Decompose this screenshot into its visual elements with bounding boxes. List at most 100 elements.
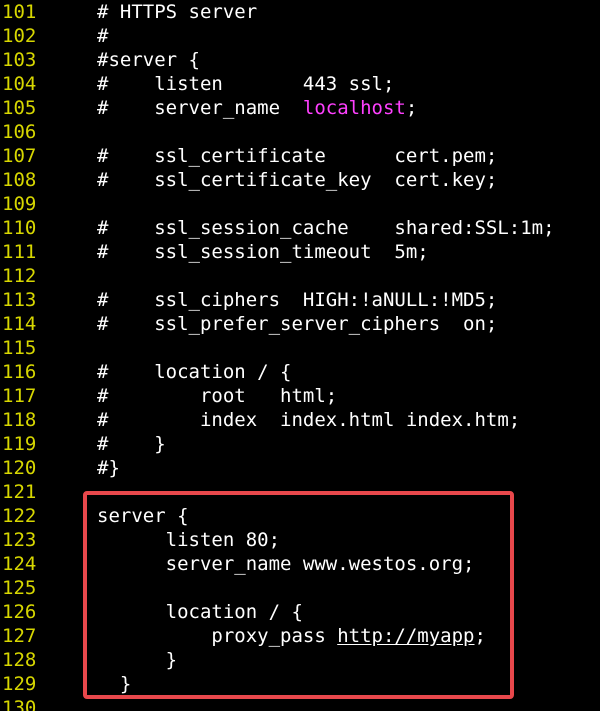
code-text: # root html; — [97, 385, 338, 407]
code-line[interactable]: 117 # root html; — [0, 384, 600, 408]
code-line[interactable]: 102 # — [0, 24, 600, 48]
code-line[interactable]: 129 } — [0, 672, 600, 696]
line-number: 101 — [2, 1, 37, 23]
code-text: location / { — [97, 601, 303, 623]
code-text: # } — [97, 433, 166, 455]
code-line[interactable]: 103 #server { — [0, 48, 600, 72]
code-line[interactable]: 116 # location / { — [0, 360, 600, 384]
code-text: ; — [474, 625, 486, 647]
line-number: 105 — [2, 97, 37, 119]
code-line[interactable]: 115 — [0, 336, 600, 360]
code-text: } — [97, 649, 178, 671]
line-number: 115 — [2, 337, 37, 359]
line-number: 124 — [2, 553, 37, 575]
code-line[interactable]: 108 # ssl_certificate_key cert.key; — [0, 168, 600, 192]
line-number: 114 — [2, 313, 37, 335]
code-text: proxy_pass — [97, 625, 338, 647]
line-code: # root html; — [97, 384, 337, 408]
line-code: # — [97, 24, 108, 48]
code-line[interactable]: 123 listen 80; — [0, 528, 600, 552]
code-text: # index index.html index.htm; — [97, 409, 521, 431]
line-number: 121 — [2, 481, 37, 503]
code-text: listen 80; — [97, 529, 281, 551]
line-number: 116 — [2, 361, 37, 383]
code-line[interactable]: 105 # server_name localhost; — [0, 96, 600, 120]
line-code: server_name www.westos.org; — [97, 552, 475, 576]
line-code: # ssl_certificate cert.pem; — [97, 144, 497, 168]
line-number: 107 — [2, 145, 37, 167]
line-number: 119 — [2, 433, 37, 455]
line-number: 104 — [2, 73, 37, 95]
line-code: server { — [97, 504, 189, 528]
line-code: # } — [97, 432, 166, 456]
code-line[interactable]: 121 — [0, 480, 600, 504]
code-text: # ssl_certificate cert.pem; — [97, 145, 498, 167]
code-text: # ssl_ciphers HIGH:!aNULL:!MD5; — [97, 289, 498, 311]
code-text: ; — [405, 97, 418, 119]
code-line[interactable]: 111 # ssl_session_timeout 5m; — [0, 240, 600, 264]
code-line[interactable]: 126 location / { — [0, 600, 600, 624]
code-text: # server_name — [97, 97, 303, 119]
line-code: location / { — [97, 600, 303, 624]
code-line[interactable]: 106 — [0, 120, 600, 144]
line-code: # index index.html index.htm; — [97, 408, 520, 432]
code-line[interactable]: 127 proxy_pass http://myapp; — [0, 624, 600, 648]
code-text: # ssl_session_timeout 5m; — [97, 241, 429, 263]
line-number: 118 — [2, 409, 37, 431]
code-line[interactable]: 120 #} — [0, 456, 600, 480]
code-link[interactable]: http://myapp — [337, 625, 474, 647]
code-line[interactable]: 112 — [0, 264, 600, 288]
code-line[interactable]: 104 # listen 443 ssl; — [0, 72, 600, 96]
line-code: } — [97, 648, 177, 672]
code-line[interactable]: 110 # ssl_session_cache shared:SSL:1m; — [0, 216, 600, 240]
code-text: # location / { — [97, 361, 292, 383]
code-line[interactable]: 125 — [0, 576, 600, 600]
code-text: # ssl_certificate_key cert.key; — [97, 169, 498, 191]
code-text: #} — [97, 457, 120, 479]
code-text: server { — [97, 505, 189, 527]
line-number: 112 — [2, 265, 37, 287]
code-line[interactable]: 119 # } — [0, 432, 600, 456]
code-text: # ssl_prefer_server_ciphers on; — [97, 313, 498, 335]
code-text: # — [97, 25, 109, 47]
code-line[interactable]: 128 } — [0, 648, 600, 672]
line-number: 103 — [2, 49, 37, 71]
line-number: 130 — [2, 697, 37, 711]
line-code: # location / { — [97, 360, 291, 384]
line-number: 108 — [2, 169, 37, 191]
line-number: 129 — [2, 673, 37, 695]
line-code: # ssl_certificate_key cert.key; — [97, 168, 497, 192]
line-number: 122 — [2, 505, 37, 527]
line-number: 110 — [2, 217, 37, 239]
line-number: 111 — [2, 241, 37, 263]
line-code: #} — [97, 456, 120, 480]
code-text: # HTTPS server — [97, 1, 258, 23]
code-text: # listen 443 ssl; — [97, 73, 395, 95]
line-number: 123 — [2, 529, 37, 551]
code-line[interactable]: 107 # ssl_certificate cert.pem; — [0, 144, 600, 168]
code-line[interactable]: 113 # ssl_ciphers HIGH:!aNULL:!MD5; — [0, 288, 600, 312]
code-line[interactable]: 130 — [0, 696, 600, 711]
line-code: # ssl_session_timeout 5m; — [97, 240, 429, 264]
code-line[interactable]: 124 server_name www.westos.org; — [0, 552, 600, 576]
code-line[interactable]: 114 # ssl_prefer_server_ciphers on; — [0, 312, 600, 336]
line-number: 120 — [2, 457, 37, 479]
code-line[interactable]: 101 # HTTPS server — [0, 0, 600, 24]
code-line[interactable]: 109 — [0, 192, 600, 216]
code-text: } — [97, 673, 132, 695]
code-line[interactable]: 118 # index index.html index.htm; — [0, 408, 600, 432]
line-number: 125 — [2, 577, 37, 599]
line-number: 127 — [2, 625, 37, 647]
line-code: # listen 443 ssl; — [97, 72, 394, 96]
code-line[interactable]: 122 server { — [0, 504, 600, 528]
line-code: # server_name localhost; — [97, 96, 417, 120]
code-text: #server { — [97, 49, 200, 71]
code-editor[interactable]: 101 # HTTPS server 102 #103 #server {104 # li… — [0, 0, 600, 711]
line-code: # ssl_session_cache shared:SSL:1m; — [97, 216, 555, 240]
line-number: 113 — [2, 289, 37, 311]
line-code: proxy_pass http://myapp; — [97, 624, 486, 648]
line-code: } — [97, 672, 131, 696]
code-keyword: localhost — [302, 97, 406, 119]
code-text: server_name www.westos.org; — [97, 553, 475, 575]
line-number: 117 — [2, 385, 37, 407]
